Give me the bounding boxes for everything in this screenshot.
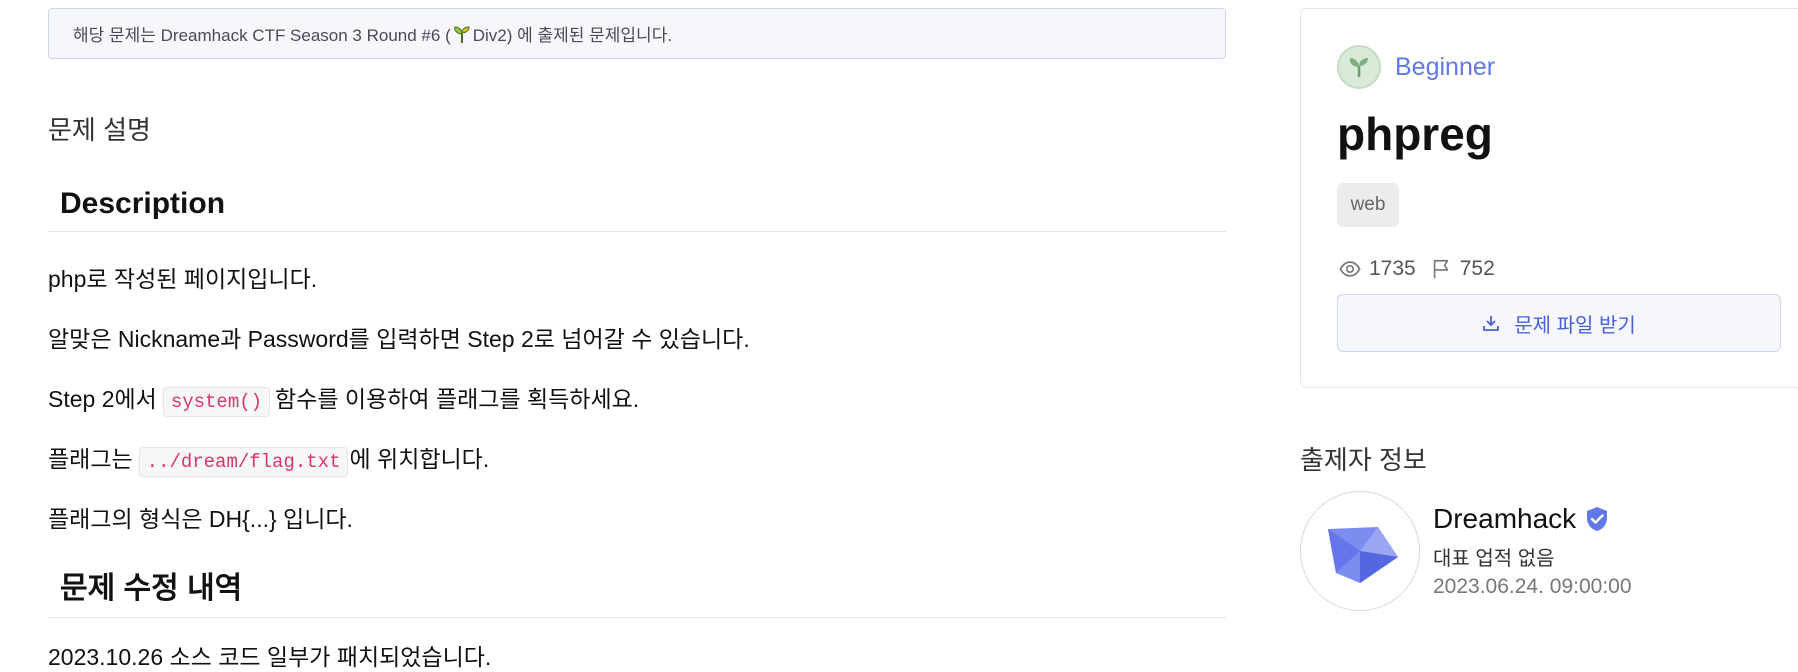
author-date: 2023.06.24. 09:00:00 [1433, 575, 1632, 598]
notice-text-suffix: Div2) 에 출제된 문제입니다. [472, 26, 673, 45]
revision-heading: 문제 수정 내역 [48, 563, 1226, 618]
category-tag[interactable]: web [1337, 183, 1399, 227]
description-heading: Description [48, 187, 1226, 232]
description-paragraph: Step 2에서 system() 함수를 이용하여 플래그를 획득하세요. [48, 380, 640, 417]
problem-info-card: Beginner phpreg web 1735 752 문제 파일 받기 [1300, 8, 1798, 388]
notice-text-prefix: 해당 문제는 Dreamhack CTF Season 3 Round #6 ( [73, 26, 451, 45]
download-label: 문제 파일 받기 [1514, 314, 1636, 337]
view-count: 1735 [1369, 257, 1416, 280]
inline-code: system() [162, 387, 271, 417]
author-section-title: 출제자 정보 [1300, 445, 1427, 475]
sprout-level-icon [1337, 45, 1381, 89]
author-name-text: Dreamhack [1433, 503, 1577, 534]
text-span: 함수를 이용하여 플래그를 획득하세요. [275, 386, 640, 412]
author-achievement: 대표 업적 없음 [1433, 548, 1555, 570]
author-name[interactable]: Dreamhack [1433, 503, 1610, 535]
text-span: Step 2에서 [48, 386, 157, 412]
problem-title: phpreg [1337, 108, 1493, 160]
problem-stats: 1735 752 [1339, 257, 1495, 281]
level-label: Beginner [1395, 52, 1496, 81]
level-indicator: Beginner [1337, 45, 1495, 89]
verified-badge-icon [1587, 507, 1608, 531]
dreamhack-logo-icon [1328, 527, 1398, 583]
description-paragraph: 플래그의 형식은 DH{...} 입니다. [48, 506, 353, 532]
section-title: 문제 설명 [48, 115, 151, 145]
sprout-icon [454, 25, 470, 43]
flag-icon [1433, 259, 1448, 279]
download-file-button[interactable]: 문제 파일 받기 [1337, 294, 1781, 352]
eye-icon [1339, 261, 1361, 277]
text-span: 플래그는 [48, 446, 133, 472]
solve-count: 752 [1459, 257, 1495, 280]
author-avatar[interactable] [1300, 491, 1420, 611]
description-paragraph: php로 작성된 페이지입니다. [48, 266, 318, 292]
inline-code: ../dream/flag.txt [138, 447, 349, 477]
round-notice: 해당 문제는 Dreamhack CTF Season 3 Round #6 (… [48, 8, 1226, 59]
download-icon [1483, 316, 1500, 331]
description-paragraph: 플래그는 ../dream/flag.txt 에 위치합니다. [48, 440, 490, 477]
description-paragraph: 알맞은 Nickname과 Password를 입력하면 Step 2로 넘어갈… [48, 326, 750, 352]
text-span: 에 위치합니다. [349, 446, 490, 472]
revision-entry: 2023.10.26 소스 코드 일부가 패치되었습니다. [48, 644, 492, 670]
